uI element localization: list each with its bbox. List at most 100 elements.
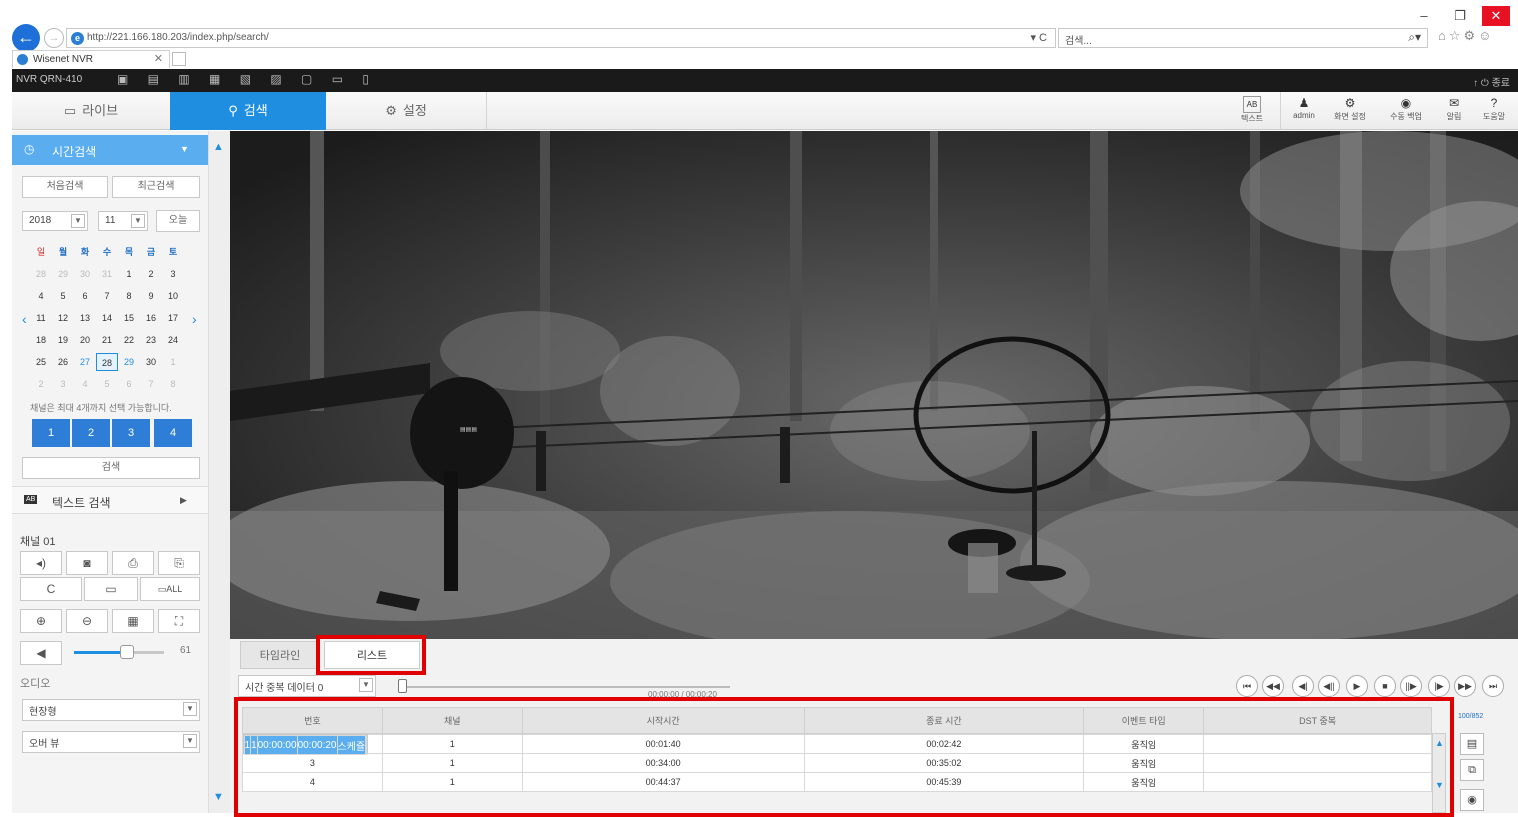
zoom-out-button[interactable]: ⊖	[66, 609, 108, 633]
calendar-day[interactable]: 15	[118, 309, 140, 327]
recent-search-button[interactable]: 최근검색	[112, 176, 200, 198]
calendar-day[interactable]: 28	[30, 265, 52, 283]
calendar-day[interactable]: 5	[52, 287, 74, 305]
forward-button[interactable]: →	[44, 28, 64, 48]
volume-handle[interactable]	[120, 645, 134, 659]
calendar-day[interactable]: 8	[118, 287, 140, 305]
calendar-day[interactable]: 6	[74, 287, 96, 305]
calendar-day[interactable]: 10	[162, 287, 184, 305]
left-panel-scrollbar[interactable]: ▲ ▼	[208, 131, 230, 813]
calendar-day[interactable]: 3	[52, 375, 74, 393]
text-overlay-button[interactable]: AB 텍스트	[1232, 96, 1272, 126]
calendar-day[interactable]: 23	[140, 331, 162, 349]
copy-list-icon[interactable]: ⧉	[1460, 759, 1484, 781]
fullscreen-button[interactable]: ⛶	[158, 609, 200, 633]
play-button[interactable]: ▶	[1346, 675, 1368, 697]
new-tab-button[interactable]	[172, 52, 186, 66]
osd-button[interactable]: ▦	[112, 609, 154, 633]
calendar-day[interactable]: 9	[140, 287, 162, 305]
calendar-day[interactable]: 22	[118, 331, 140, 349]
slow-back-button[interactable]: ◀||	[1318, 675, 1340, 697]
time-slider[interactable]	[398, 679, 730, 693]
calendar-day[interactable]: 24	[162, 331, 184, 349]
speaker-icon[interactable]: ◀	[20, 641, 62, 665]
month-select[interactable]: 11 ▼	[98, 211, 148, 231]
calendar-day[interactable]: 5	[96, 375, 118, 393]
last-frame-button[interactable]: ⏭	[1482, 675, 1504, 697]
collapse-icon[interactable]: ▼	[180, 144, 189, 154]
calendar-day[interactable]: 16	[140, 309, 162, 327]
calendar-day[interactable]: 19	[52, 331, 74, 349]
video-viewport[interactable]: ▤▤▤	[230, 131, 1518, 639]
calendar-day[interactable]: 12	[52, 309, 74, 327]
first-search-button[interactable]: 처음검색	[22, 176, 108, 198]
step-back-button[interactable]: ◀|	[1292, 675, 1314, 697]
calendar-day[interactable]: 26	[52, 353, 74, 371]
aspect-all-button[interactable]: ▭ALL	[140, 577, 200, 601]
overlap-filter-select[interactable]: 시간 중복 데이터 0 ▼	[238, 675, 376, 697]
calendar-prev-icon[interactable]: ‹	[22, 311, 27, 327]
calendar-day[interactable]: 1	[162, 353, 184, 371]
back-button[interactable]: ←	[12, 24, 40, 52]
first-frame-button[interactable]: ⏮	[1236, 675, 1258, 697]
search-icon[interactable]: ⌕▾	[1408, 30, 1421, 45]
channel-button-1[interactable]: 1	[32, 419, 70, 447]
tab-live[interactable]: ▭ 라이브	[12, 92, 170, 130]
calendar-day[interactable]: 11	[30, 309, 52, 327]
year-select[interactable]: 2018 ▼	[22, 211, 88, 231]
calendar-day[interactable]: 7	[96, 287, 118, 305]
calendar-day[interactable]: 13	[74, 309, 96, 327]
scroll-up-icon[interactable]: ▲	[213, 141, 224, 153]
calendar-day[interactable]: 1	[118, 265, 140, 283]
color-button[interactable]: C	[20, 577, 82, 601]
calendar-day[interactable]: 6	[118, 375, 140, 393]
tab-search[interactable]: ⚲ 검색	[170, 92, 326, 130]
tab-close-icon[interactable]: ✕	[154, 52, 163, 65]
notification-button[interactable]: ✉ 알림	[1434, 96, 1474, 126]
fast-rewind-button[interactable]: ◀◀	[1262, 675, 1284, 697]
calendar-day[interactable]: 27	[74, 353, 96, 371]
backup-export-icon[interactable]: ◉	[1460, 789, 1484, 811]
stop-button[interactable]: ■	[1374, 675, 1396, 697]
restore-button[interactable]: ❐	[1446, 6, 1474, 26]
calendar-day[interactable]: 30	[140, 353, 162, 371]
print-button[interactable]: ⎙	[112, 551, 154, 575]
manual-backup-button[interactable]: ◉ 수동 백업	[1386, 96, 1426, 126]
fast-forward-button[interactable]: ▶▶	[1454, 675, 1476, 697]
volume-slider[interactable]	[74, 645, 164, 659]
calendar-day[interactable]: 29	[118, 353, 140, 371]
time-slider-handle[interactable]	[398, 679, 407, 693]
calendar-day[interactable]: 2	[30, 375, 52, 393]
calendar-day[interactable]: 28	[96, 353, 118, 371]
search-button[interactable]: 검색	[22, 457, 200, 479]
calendar-day[interactable]: 2	[140, 265, 162, 283]
overview-select[interactable]: 오버 뷰 ▼	[22, 731, 200, 753]
today-button[interactable]: 오늘	[156, 210, 200, 232]
screen-settings-button[interactable]: ⚙ 화면 설정	[1330, 96, 1370, 126]
user-button[interactable]: ♟ admin	[1284, 96, 1324, 126]
calendar-day[interactable]: 29	[52, 265, 74, 283]
list-icon[interactable]: ▤	[1460, 733, 1484, 755]
calendar-next-icon[interactable]: ›	[192, 311, 197, 327]
audio-mute-button[interactable]: ◂)	[20, 551, 62, 575]
view-mode-select[interactable]: 현장형 ▼	[22, 699, 200, 721]
scroll-down-icon[interactable]: ▼	[213, 791, 224, 803]
aspect-button[interactable]: ▭	[84, 577, 138, 601]
browser-toolbar-icons[interactable]: ⌂☆⚙☺	[1438, 28, 1518, 48]
browser-tab[interactable]: Wisenet NVR ✕	[12, 50, 170, 68]
channel-button-3[interactable]: 3	[112, 419, 150, 447]
calendar-day[interactable]: 21	[96, 331, 118, 349]
calendar-day[interactable]: 4	[74, 375, 96, 393]
snapshot-button[interactable]: ◙	[66, 551, 108, 575]
minimize-button[interactable]: –	[1410, 6, 1438, 26]
text-search-section[interactable]: AB 텍스트 검색 ▶	[12, 486, 208, 514]
calendar-day[interactable]: 18	[30, 331, 52, 349]
logout-area[interactable]: ↑ ⏻ 종료	[1473, 74, 1510, 89]
tab-timeline[interactable]: 타임라인	[240, 641, 320, 669]
calendar-day[interactable]: 25	[30, 353, 52, 371]
address-bar[interactable]: e http://221.166.180.203/index.php/searc…	[66, 28, 1056, 48]
refresh-icon[interactable]: ▾ C	[1030, 31, 1047, 44]
copy-button[interactable]: ⎘	[158, 551, 200, 575]
close-window-button[interactable]: ✕	[1482, 6, 1510, 26]
layout-tool-icons[interactable]: ▣ ▤ ▥ ▦ ▧ ▨ ▢ ▭ ▯	[117, 72, 377, 86]
